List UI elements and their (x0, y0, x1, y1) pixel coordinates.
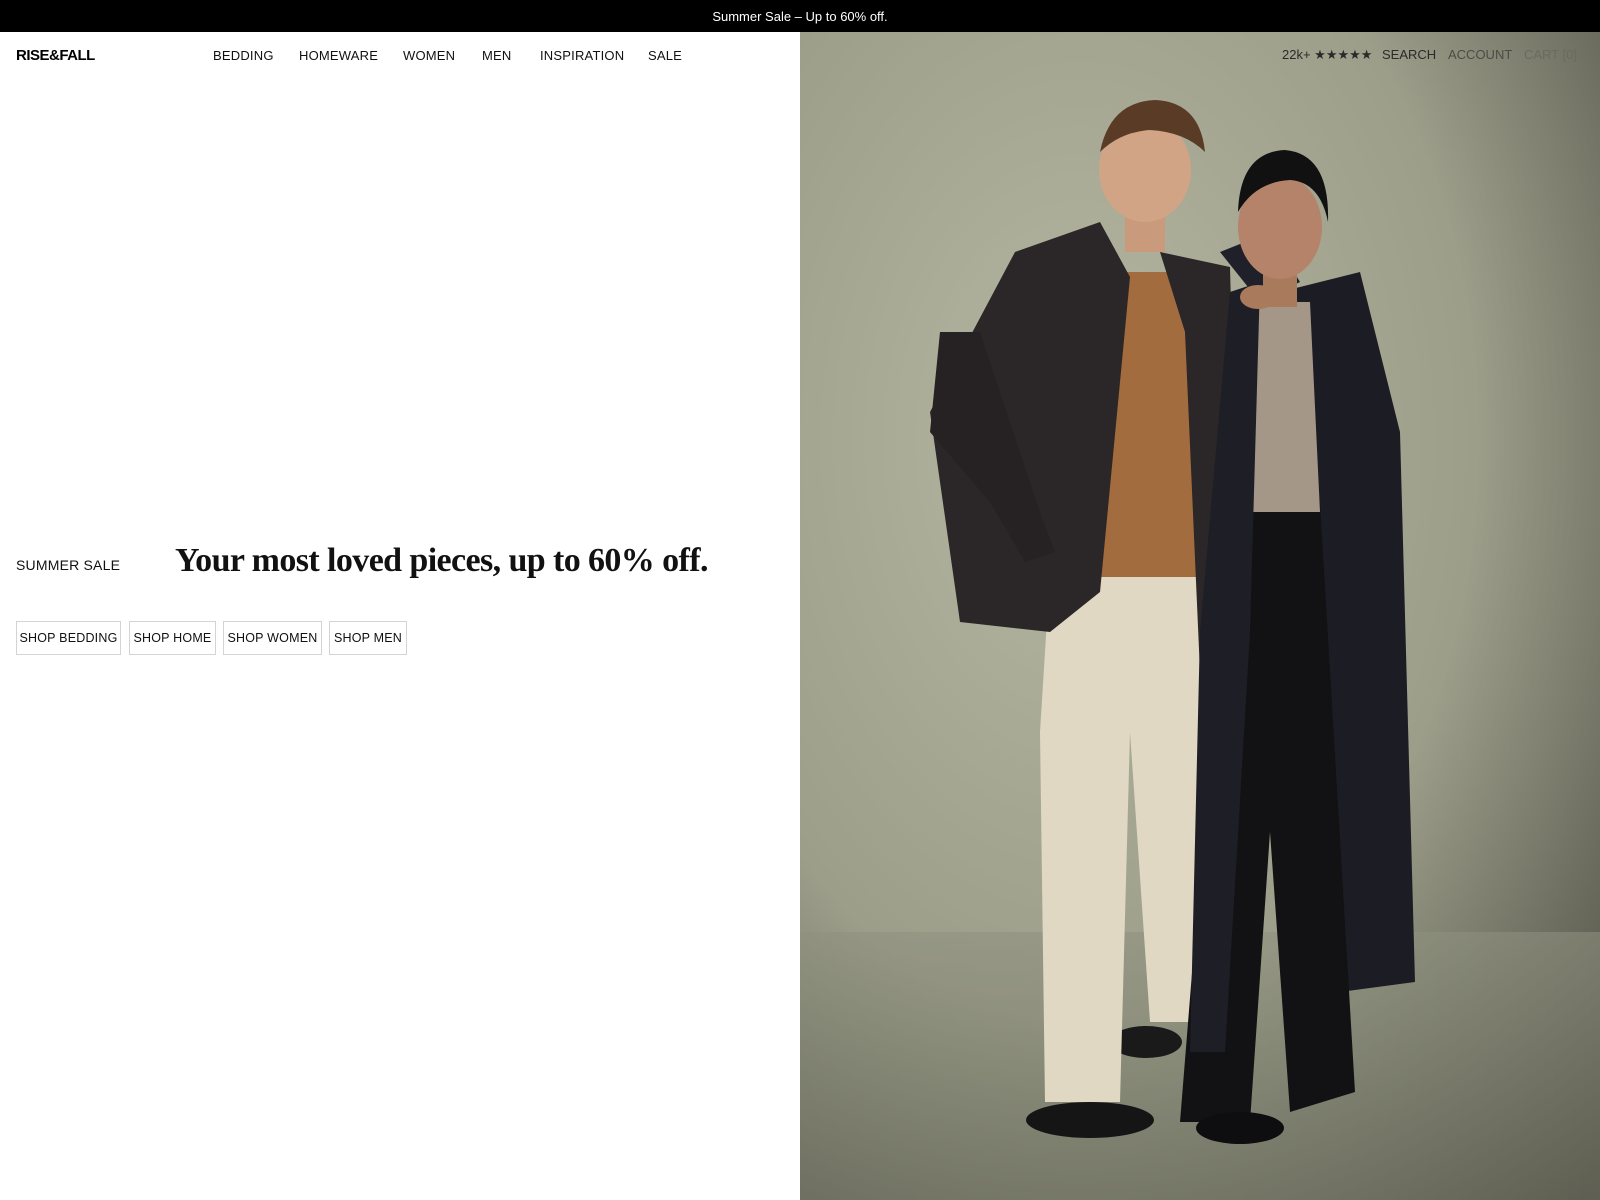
announcement-bar: Summer Sale – Up to 60% off. (0, 0, 1600, 32)
nav-item-homeware[interactable]: HOMEWARE (299, 48, 378, 63)
shop-bedding-button[interactable]: SHOP BEDDING (16, 621, 121, 655)
announcement-text: Summer Sale – Up to 60% off. (712, 8, 888, 24)
shop-women-button[interactable]: SHOP WOMEN (223, 621, 322, 655)
reviews-rating[interactable]: 22k+ ★★★★★ (1282, 47, 1372, 63)
cart-link[interactable]: CART [0] (1524, 47, 1577, 62)
search-link[interactable]: SEARCH (1382, 47, 1436, 62)
hero-headline: Your most loved pieces, up to 60% off. (175, 542, 708, 579)
hero-eyebrow: SUMMER SALE (16, 557, 121, 573)
nav-item-men[interactable]: MEN (482, 48, 512, 63)
shop-home-button[interactable]: SHOP HOME (129, 621, 216, 655)
site-logo[interactable]: RISE&FALL (16, 47, 95, 64)
hero-photo (800, 32, 1600, 1200)
nav-item-bedding[interactable]: BEDDING (213, 48, 274, 63)
hero-image (800, 32, 1600, 1200)
nav-item-inspiration[interactable]: INSPIRATION (540, 48, 624, 63)
shop-men-button[interactable]: SHOP MEN (329, 621, 407, 655)
nav-item-sale[interactable]: SALE (648, 48, 682, 63)
account-link[interactable]: ACCOUNT (1448, 47, 1512, 62)
nav-item-women[interactable]: WOMEN (403, 48, 455, 63)
site-header: RISE&FALL BEDDING HOMEWARE WOMEN MEN INS… (0, 32, 1600, 80)
